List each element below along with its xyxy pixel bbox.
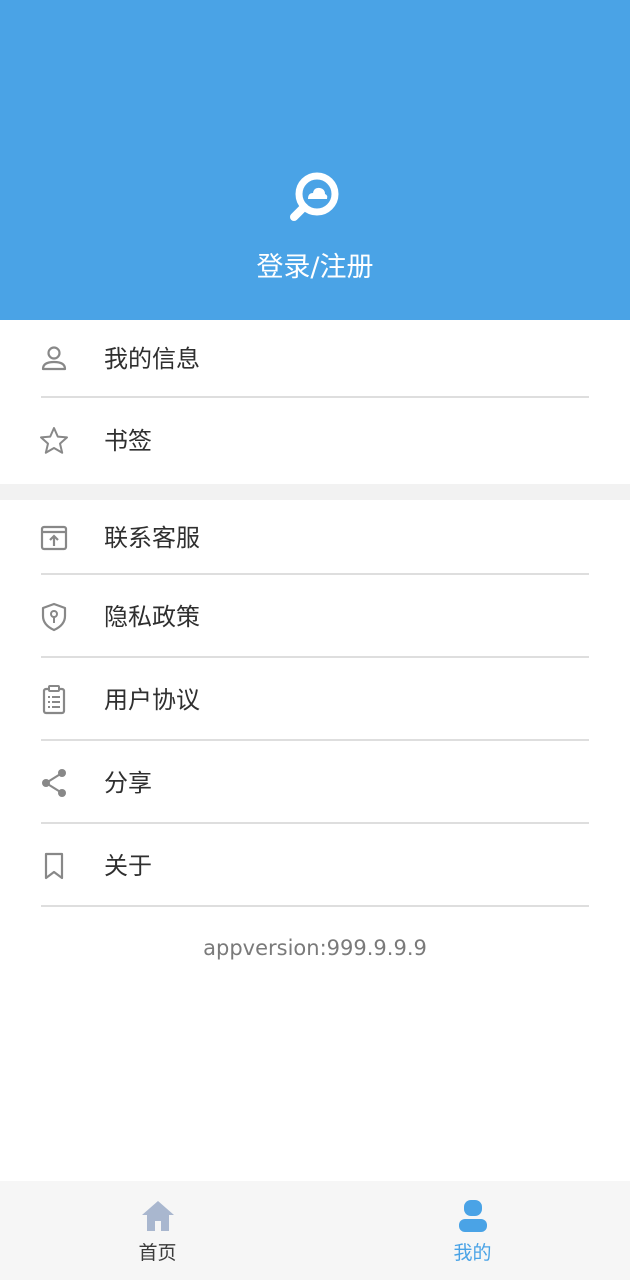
section-gap: [0, 484, 630, 500]
login-register-link[interactable]: 登录/注册: [0, 248, 630, 288]
menu-item-label: 书签: [104, 427, 152, 455]
home-icon: [141, 1201, 174, 1231]
menu-item-bookmarks[interactable]: 书签: [0, 398, 630, 484]
nav-tab-mine[interactable]: 我的: [315, 1181, 630, 1280]
star-icon: [40, 427, 68, 454]
bookmark-icon: [44, 852, 64, 879]
menu-item-label: 关于: [104, 851, 152, 880]
menu-item-my-info[interactable]: 我的信息: [0, 320, 630, 398]
menu-item-label: 隐私政策: [104, 602, 200, 631]
menu-section-account: 我的信息 书签: [0, 320, 630, 484]
divider: [41, 905, 589, 907]
profile-header: 登录/注册: [0, 0, 630, 320]
menu-section-general: 联系客服 隐私政策 用户协议 分享 关于: [0, 500, 630, 907]
menu-item-label: 我的信息: [104, 345, 200, 373]
clipboard-icon: [42, 684, 66, 714]
menu-item-label: 分享: [104, 768, 152, 797]
profile-icon: [458, 1200, 487, 1232]
menu-item-contact-service[interactable]: 联系客服: [0, 500, 630, 575]
menu-item-about[interactable]: 关于: [0, 824, 630, 907]
menu-item-share[interactable]: 分享: [0, 741, 630, 824]
bottom-navigation: 首页 我的: [0, 1181, 630, 1280]
shield-icon: [41, 602, 67, 631]
menu-item-user-agreement[interactable]: 用户协议: [0, 658, 630, 741]
contact-icon: [40, 525, 68, 550]
share-icon: [42, 768, 66, 797]
user-icon: [41, 346, 67, 371]
menu-item-privacy-policy[interactable]: 隐私政策: [0, 575, 630, 658]
cloud-search-icon: [290, 172, 339, 221]
menu-item-label: 用户协议: [104, 685, 200, 714]
nav-tab-label: 我的: [453, 1242, 492, 1264]
nav-tab-label: 首页: [138, 1242, 177, 1264]
menu-item-label: 联系客服: [104, 523, 200, 552]
app-version-text: appversion:999.9.9.9: [203, 936, 427, 960]
nav-tab-home[interactable]: 首页: [0, 1181, 315, 1280]
profile-page: 登录/注册 我的信息 书签 联系客服 隐私政策 用户协议 分享 关于 appve…: [0, 0, 630, 1280]
